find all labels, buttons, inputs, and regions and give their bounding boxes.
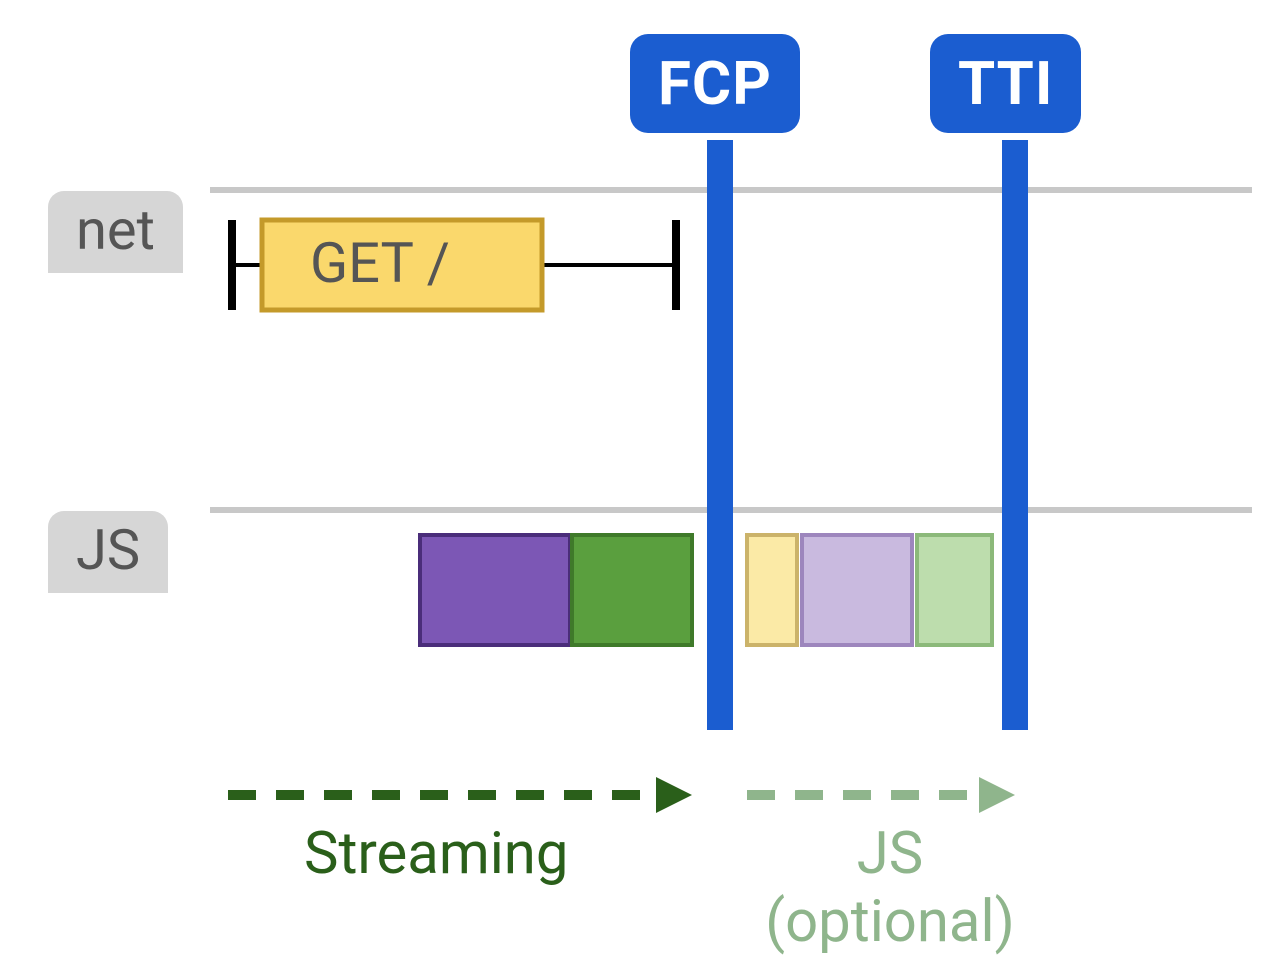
net-row-label: net [48, 191, 183, 273]
js-row-label: JS [48, 511, 168, 593]
js-block-optional-3 [917, 535, 992, 645]
fcp-marker-line [707, 140, 733, 730]
tti-marker-badge: TTI [930, 34, 1081, 133]
diagram-svg [20, 20, 1252, 954]
js-optional-line2: (optional) [765, 888, 1015, 956]
net-request-label: GET / [310, 230, 450, 296]
js-optional-phase-label: JS (optional) [760, 820, 1020, 956]
js-block-exec [572, 535, 692, 645]
js-optional-line1: JS [857, 820, 923, 888]
js-block-optional-1 [747, 535, 797, 645]
tti-marker-line [1002, 140, 1028, 730]
js-optional-arrow-head [979, 777, 1015, 813]
js-block-parse [420, 535, 570, 645]
streaming-arrow-head [656, 777, 692, 813]
fcp-marker-badge: FCP [630, 34, 800, 133]
streaming-phase-label: Streaming [304, 820, 568, 888]
js-block-optional-2 [802, 535, 912, 645]
rendering-timeline-diagram: FCP TTI net JS GET / Streaming JS (optio… [20, 20, 1252, 954]
